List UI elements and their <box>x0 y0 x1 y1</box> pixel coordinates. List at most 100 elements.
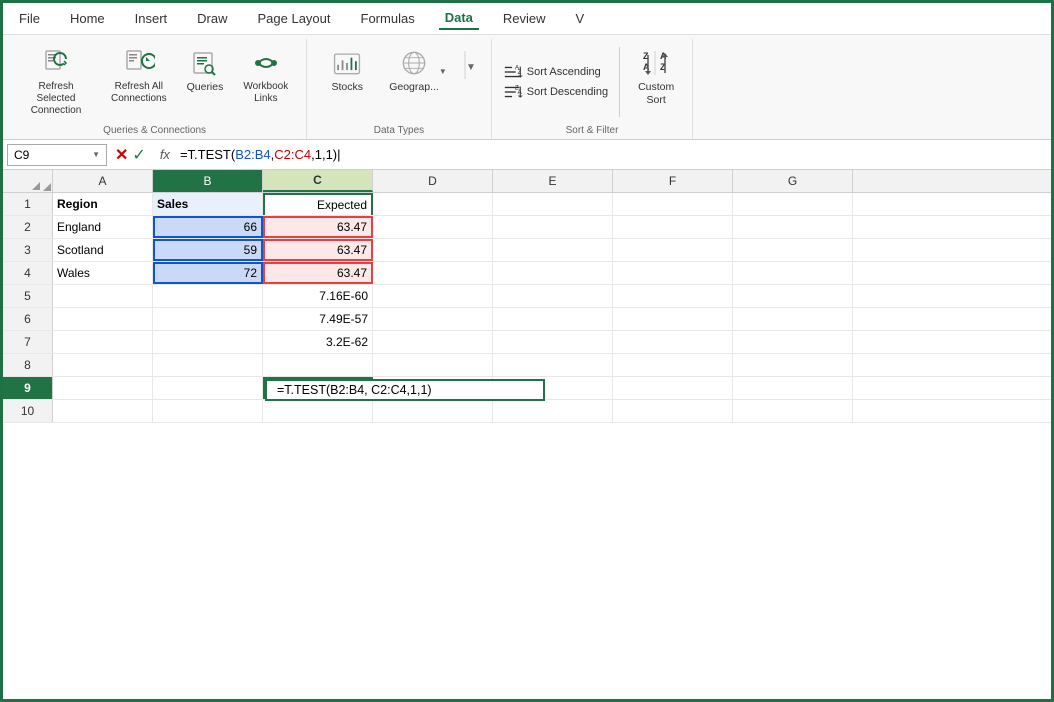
refresh-all-btn[interactable]: Refresh AllConnections <box>103 43 175 109</box>
row-header-10[interactable]: 10 <box>3 400 53 422</box>
cell-a2[interactable]: England <box>53 216 153 238</box>
cell-e3[interactable] <box>493 239 613 261</box>
col-header-a[interactable]: A <box>53 170 153 192</box>
cell-f3[interactable] <box>613 239 733 261</box>
cell-d7[interactable] <box>373 331 493 353</box>
custom-sort-btn[interactable]: Z A A Z CustomSort <box>628 43 684 121</box>
cell-e8[interactable] <box>493 354 613 376</box>
cell-f1[interactable] <box>613 193 733 215</box>
cell-g5[interactable] <box>733 285 853 307</box>
row-header-9[interactable]: 9 <box>3 377 53 399</box>
cell-c6[interactable]: 7.49E-57 <box>263 308 373 330</box>
cell-c1[interactable]: Expected <box>263 193 373 215</box>
menu-pagelayout[interactable]: Page Layout <box>252 8 337 29</box>
cell-g2[interactable] <box>733 216 853 238</box>
formula-cancel-icon[interactable]: ✕ <box>115 145 128 165</box>
menu-more[interactable]: V <box>570 8 591 29</box>
cell-g3[interactable] <box>733 239 853 261</box>
cell-f2[interactable] <box>613 216 733 238</box>
row-header-8[interactable]: 8 <box>3 354 53 376</box>
menu-insert[interactable]: Insert <box>129 8 174 29</box>
cell-f4[interactable] <box>613 262 733 284</box>
row-header-1[interactable]: 1 <box>3 193 53 215</box>
cell-f9[interactable] <box>613 377 733 399</box>
cell-c7[interactable]: 3.2E-62 <box>263 331 373 353</box>
cell-d10[interactable] <box>373 400 493 422</box>
menu-home[interactable]: Home <box>64 8 111 29</box>
data-types-more-btn[interactable]: ▼ <box>461 46 481 84</box>
cell-a5[interactable] <box>53 285 153 307</box>
sort-descending-btn[interactable]: Z A Sort Descending <box>500 83 611 101</box>
cell-c8[interactable] <box>263 354 373 376</box>
cell-a8[interactable] <box>53 354 153 376</box>
cell-a9[interactable] <box>53 377 153 399</box>
cell-b5[interactable] <box>153 285 263 307</box>
menu-review[interactable]: Review <box>497 8 552 29</box>
cell-d6[interactable] <box>373 308 493 330</box>
cell-a1[interactable]: Region <box>53 193 153 215</box>
cell-b1[interactable]: Sales <box>153 193 263 215</box>
row-header-6[interactable]: 6 <box>3 308 53 330</box>
cell-a3[interactable]: Scotland <box>53 239 153 261</box>
cell-d2[interactable] <box>373 216 493 238</box>
cell-c9[interactable]: =T.TEST(B2:B4, C2:C4,1,1) <box>263 377 373 399</box>
cell-e10[interactable] <box>493 400 613 422</box>
corner-cell[interactable] <box>3 170 53 192</box>
cell-c3[interactable]: 63.47 <box>263 239 373 261</box>
cell-a6[interactable] <box>53 308 153 330</box>
col-header-b[interactable]: B <box>153 170 263 192</box>
cell-b10[interactable] <box>153 400 263 422</box>
menu-formulas[interactable]: Formulas <box>355 8 421 29</box>
cell-b4[interactable]: 72 <box>153 262 263 284</box>
cell-e9[interactable] <box>493 377 613 399</box>
cell-e2[interactable] <box>493 216 613 238</box>
row-header-3[interactable]: 3 <box>3 239 53 261</box>
cell-e5[interactable] <box>493 285 613 307</box>
workbook-links-btn[interactable]: WorkbookLinks <box>235 43 296 109</box>
row-header-7[interactable]: 7 <box>3 331 53 353</box>
col-header-f[interactable]: F <box>613 170 733 192</box>
menu-file[interactable]: File <box>13 8 46 29</box>
cell-b6[interactable] <box>153 308 263 330</box>
sort-ascending-btn[interactable]: A Z Sort Ascending <box>500 63 611 81</box>
cell-b2[interactable]: 66 <box>153 216 263 238</box>
cell-e1[interactable] <box>493 193 613 215</box>
cell-a10[interactable] <box>53 400 153 422</box>
geography-btn[interactable]: Geograp... ▼ <box>381 43 457 98</box>
cell-f10[interactable] <box>613 400 733 422</box>
col-header-g[interactable]: G <box>733 170 853 192</box>
cell-ref-box[interactable]: C9 ▼ <box>7 144 107 166</box>
cell-e6[interactable] <box>493 308 613 330</box>
cell-d1[interactable] <box>373 193 493 215</box>
cell-d8[interactable] <box>373 354 493 376</box>
cell-d3[interactable] <box>373 239 493 261</box>
col-header-e[interactable]: E <box>493 170 613 192</box>
cell-d4[interactable] <box>373 262 493 284</box>
cell-b9[interactable] <box>153 377 263 399</box>
cell-c4[interactable]: 63.47 <box>263 262 373 284</box>
cell-c2[interactable]: 63.47 <box>263 216 373 238</box>
row-header-2[interactable]: 2 <box>3 216 53 238</box>
row-header-4[interactable]: 4 <box>3 262 53 284</box>
cell-g7[interactable] <box>733 331 853 353</box>
col-header-c[interactable]: C <box>263 170 373 192</box>
cell-g1[interactable] <box>733 193 853 215</box>
refresh-selected-btn[interactable]: Refresh SelectedConnection <box>13 43 99 121</box>
stocks-btn[interactable]: Stocks <box>317 43 377 98</box>
cell-e7[interactable] <box>493 331 613 353</box>
queries-btn[interactable]: Queries <box>179 43 232 98</box>
cell-c5[interactable]: 7.16E-60 <box>263 285 373 307</box>
cell-b3[interactable]: 59 <box>153 239 263 261</box>
cell-f5[interactable] <box>613 285 733 307</box>
cell-f6[interactable] <box>613 308 733 330</box>
cell-ref-dropdown[interactable]: ▼ <box>92 150 100 159</box>
col-header-d[interactable]: D <box>373 170 493 192</box>
cell-f7[interactable] <box>613 331 733 353</box>
cell-g10[interactable] <box>733 400 853 422</box>
cell-e4[interactable] <box>493 262 613 284</box>
formula-confirm-icon[interactable]: ✓ <box>132 145 145 165</box>
cell-f8[interactable] <box>613 354 733 376</box>
cell-c10[interactable] <box>263 400 373 422</box>
cell-g9[interactable] <box>733 377 853 399</box>
menu-data[interactable]: Data <box>439 7 479 30</box>
